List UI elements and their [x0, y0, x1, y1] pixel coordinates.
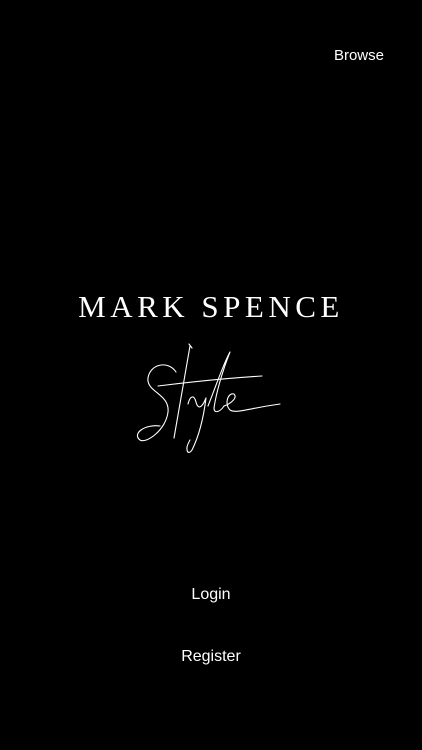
browse-link[interactable]: Browse [334, 46, 384, 66]
register-button[interactable]: Register [0, 646, 422, 668]
brand-logo: MARK SPENCE [0, 288, 422, 326]
brand-script-logo [130, 342, 290, 454]
brand-name: MARK SPENCE [78, 289, 344, 324]
style-script-graphic [136, 343, 281, 453]
login-button[interactable]: Login [0, 584, 422, 606]
